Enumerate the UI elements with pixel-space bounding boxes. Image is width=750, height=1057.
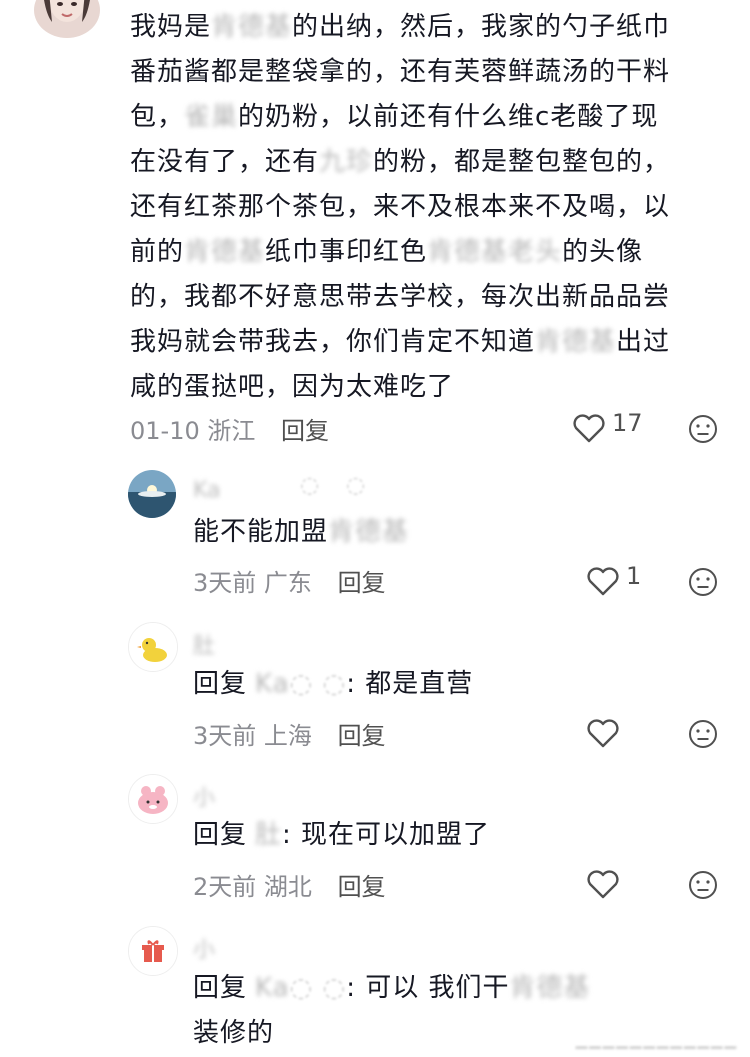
comment-1-line-2: 番茄酱都是整袋拿的，还有芙蓉鲜蔬汤的干料 [130,57,671,87]
blurred-text: 九珍 [319,147,374,177]
reply-button[interactable]: 回复 [338,722,386,750]
reply-1-text: 能不能加盟肯德基 [193,517,410,547]
comment-1-meta: 01-10 浙江 回复 [130,411,329,446]
heart-outline-icon [587,719,619,748]
emoji-icon: ◌ [300,473,320,498]
comment-1-line-9: 咸的蛋挞吧，因为太难吃了 [130,372,455,402]
blurred-text: 肯德基老头 [427,237,563,267]
blurred-text: 肯德基 [509,973,591,1003]
comment-location: 湖北 [263,873,312,901]
reply-to-name[interactable]: 肚 [255,820,282,850]
emoji-icon: ◌ ◌ [289,669,347,699]
blurred-text: 肯德基 [535,327,617,357]
like-button[interactable]: 1 [586,562,641,597]
user-avatar-4[interactable] [128,774,178,824]
reply-to-name[interactable]: Ka [255,669,290,699]
comment-1-line-1: 我妈是肯德基的出纳，然后，我家的勺子纸巾 [130,12,671,42]
meh-face-icon[interactable] [688,567,718,597]
meh-face-icon[interactable] [688,870,718,900]
like-button[interactable] [586,719,620,749]
meh-face-icon[interactable] [688,414,718,444]
comment-location: 广东 [263,569,312,597]
comment-1-line-7: 的，我都不好意思带去学校，每次出新品品尝 [130,282,671,312]
blurred-text: 雀巢 [184,102,239,132]
like-count: 1 [626,562,642,590]
meh-face-icon[interactable] [688,719,718,749]
like-button[interactable]: 17 [572,409,643,444]
comment-1-line-4: 在没有了，还有九珍的粉，都是整包整包的， [130,147,671,177]
comment-date: 3天前 [193,569,257,597]
author-name[interactable]: 肚 [193,628,215,660]
comment-location: 上海 [263,722,312,750]
reply-3-meta: 2天前 湖北 回复 [193,867,386,902]
heart-outline-icon [573,414,605,443]
user-avatar-1[interactable] [34,0,100,38]
blurred-text: 肯德基 [328,517,410,547]
reply-2-text: 回复 Ka◌ ◌: 都是直营 [193,669,474,699]
reply-2-meta: 3天前 上海 回复 [193,716,386,751]
author-name[interactable]: Ka [193,478,221,503]
emoji-icon: ◌ ◌ [289,973,347,1003]
comment-date: 3天前 [193,722,257,750]
reply-button[interactable]: 回复 [338,569,386,597]
reply-1-meta: 3天前 广东 回复 [193,563,386,598]
like-button[interactable] [586,870,620,900]
reply-button[interactable]: 回复 [281,417,329,445]
comment-1-text: 我妈是肯德基的出纳，然后，我家的勺子纸巾 番茄酱都是整袋拿的，还有芙蓉鲜蔬汤的干… [130,5,730,410]
comment-1-line-6: 前的肯德基纸巾事印红色肯德基老头的头像 [130,237,644,267]
reply-to-name[interactable]: Ka [255,973,290,1003]
emoji-icon: ◌ [346,473,366,498]
comment-1-line-3: 包，雀巢的奶粉，以前还有什么维c老酸了现 [130,102,659,132]
user-avatar-3[interactable] [128,622,178,672]
heart-outline-icon [587,567,619,596]
comment-location: 浙江 [207,417,256,445]
watermark: ▁▁▁▁▁▁▁▁▁▁▁▁ [575,1031,738,1049]
blurred-text: 肯德基 [211,12,293,42]
reply-button[interactable]: 回复 [338,873,386,901]
heart-outline-icon [587,870,619,899]
reply-3-text: 回复 肚: 现在可以加盟了 [193,820,491,850]
user-avatar-2[interactable] [128,470,176,518]
blurred-text: 肯德基 [184,237,266,267]
like-count: 17 [612,409,643,437]
comment-date: 2天前 [193,873,257,901]
comment-1-line-8: 我妈就会带我去，你们肯定不知道肯德基出过 [130,327,671,357]
comment-1-line-5: 还有红茶那个茶包，来不及根本来不及喝，以 [130,192,671,222]
user-avatar-5[interactable] [128,926,178,976]
comment-date: 01-10 [130,417,200,445]
author-name[interactable]: 小 [193,932,215,964]
reply-4-line-1: 回复 Ka◌ ◌: 可以 我们干肯德基 [193,973,591,1003]
author-name[interactable]: 小 [193,780,215,812]
